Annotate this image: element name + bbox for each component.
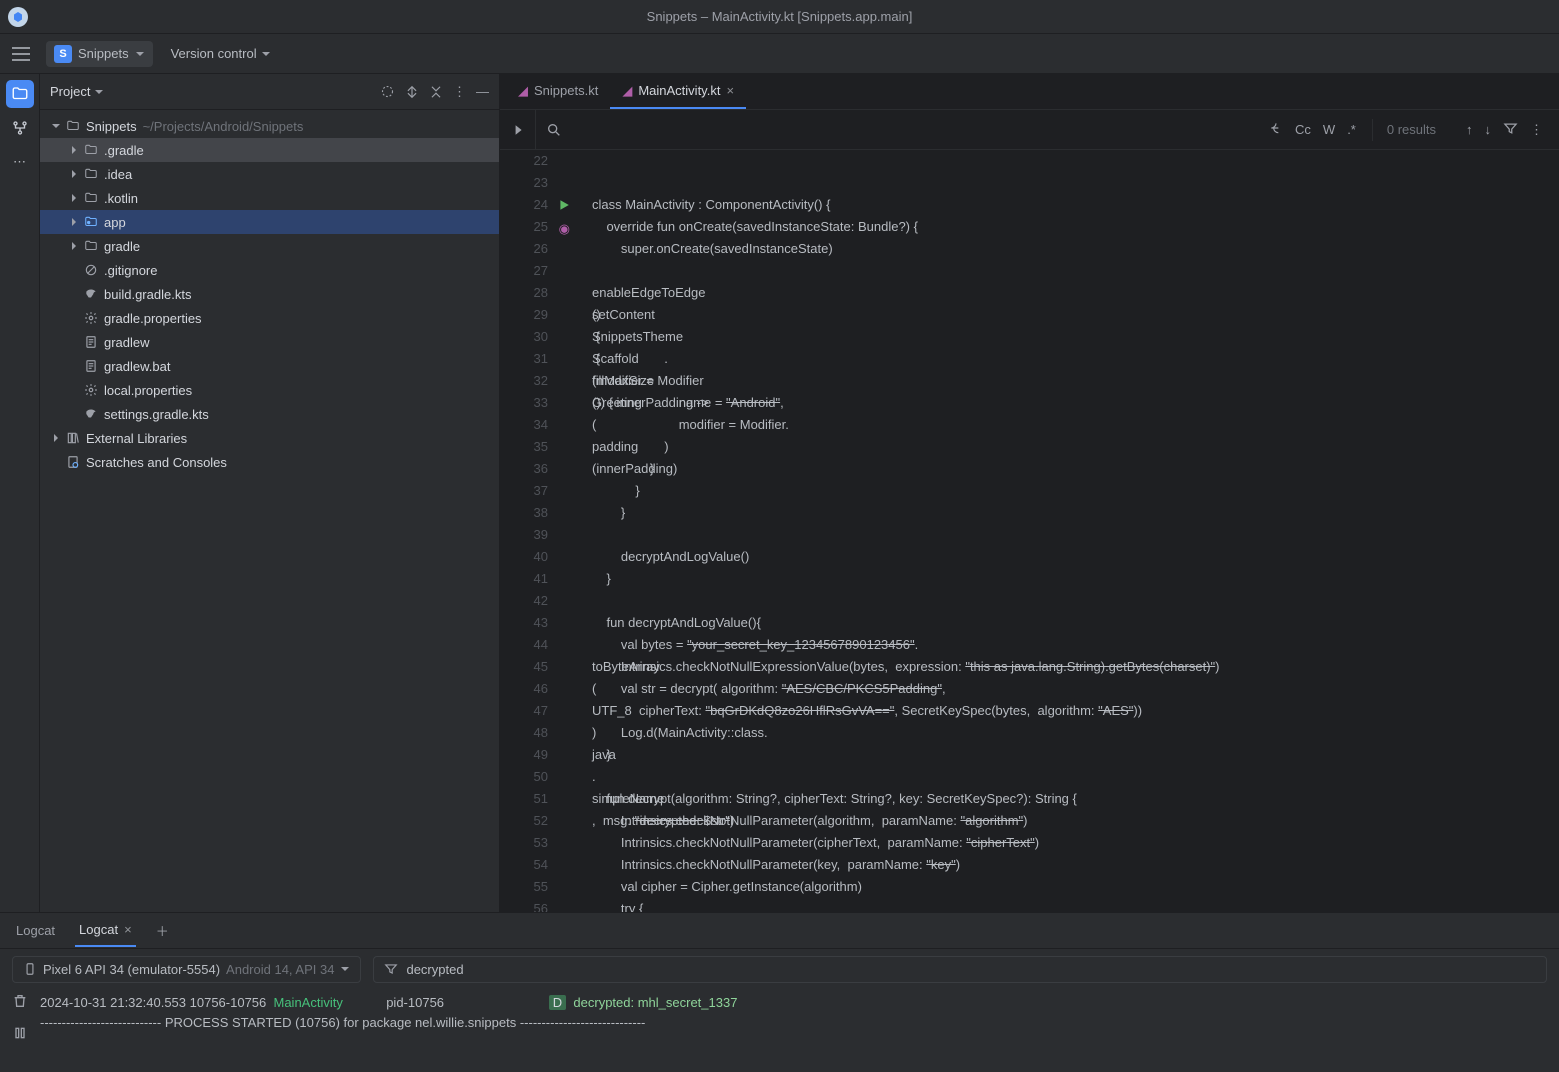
find-input[interactable] xyxy=(572,110,1253,149)
main-menu-button[interactable] xyxy=(8,41,34,67)
close-icon[interactable]: × xyxy=(726,83,734,98)
device-icon xyxy=(23,962,37,976)
panel-view-selector[interactable]: Project xyxy=(50,84,104,99)
structure-tool-button[interactable] xyxy=(6,114,34,142)
chevron-down-icon xyxy=(340,964,350,974)
chevron-down-icon xyxy=(94,87,104,97)
find-results: 0 results xyxy=(1373,122,1450,137)
logcat-panel: Logcat Logcat× ＋ Pixel 6 API 34 (emulato… xyxy=(0,912,1559,1072)
tree-row[interactable]: .gitignore xyxy=(40,258,499,282)
close-icon[interactable]: × xyxy=(124,922,132,937)
run-chevron-button[interactable] xyxy=(500,110,536,149)
project-panel: Project ⋮ — Snippets~/Projects/Android/S… xyxy=(40,74,500,912)
tree-row[interactable]: gradlew.bat xyxy=(40,354,499,378)
window-title: Snippets – MainActivity.kt [Snippets.app… xyxy=(647,9,913,24)
prev-match-icon[interactable]: ↑ xyxy=(1466,122,1473,137)
kotlin-icon: ◢ xyxy=(518,83,528,99)
project-tool-button[interactable] xyxy=(6,80,34,108)
tree-row[interactable]: local.properties xyxy=(40,378,499,402)
project-tree[interactable]: Snippets~/Projects/Android/Snippets.grad… xyxy=(40,110,499,478)
filter-icon xyxy=(384,962,398,976)
logcat-tool-tab[interactable]: Logcat xyxy=(12,915,59,946)
filter-icon[interactable] xyxy=(1503,121,1518,139)
editor-tab[interactable]: ◢MainActivity.kt× xyxy=(610,74,746,109)
vcs-label: Version control xyxy=(171,46,257,61)
new-tab-button[interactable]: ＋ xyxy=(152,913,173,948)
tree-row[interactable]: build.gradle.kts xyxy=(40,282,499,306)
whole-word-toggle[interactable]: W xyxy=(1323,122,1335,137)
tree-row[interactable]: .gradle xyxy=(40,138,499,162)
prev-occurrence-icon[interactable] xyxy=(1269,121,1283,138)
device-selector[interactable]: Pixel 6 API 34 (emulator-5554) Android 1… xyxy=(12,956,361,983)
hide-panel-icon[interactable]: — xyxy=(476,84,489,99)
match-case-toggle[interactable]: Cc xyxy=(1295,122,1311,137)
logcat-filter[interactable]: decrypted xyxy=(373,956,1547,983)
tree-row[interactable]: app xyxy=(40,210,499,234)
logcat-content-tab[interactable]: Logcat× xyxy=(75,914,136,947)
panel-options-icon[interactable]: ⋮ xyxy=(453,84,466,100)
tree-row[interactable]: Scratches and Consoles xyxy=(40,450,499,474)
project-selector[interactable]: S Snippets xyxy=(46,41,153,67)
project-name: Snippets xyxy=(78,46,129,61)
titlebar: Snippets – MainActivity.kt [Snippets.app… xyxy=(0,0,1559,34)
code-view[interactable]: 22232425◉2627282930313233343536373839404… xyxy=(500,150,1559,912)
regex-toggle[interactable]: .* xyxy=(1347,122,1356,137)
kotlin-icon: ◢ xyxy=(622,83,632,99)
pause-log-icon[interactable] xyxy=(12,1025,40,1047)
tool-strip: ⋯ xyxy=(0,74,40,912)
tree-row[interactable]: .kotlin xyxy=(40,186,499,210)
tree-row[interactable]: settings.gradle.kts xyxy=(40,402,499,426)
find-bar: Cc W .* 0 results ↑ ↓ ⋮ xyxy=(500,110,1559,150)
project-badge: S xyxy=(54,45,72,63)
editor: ◢Snippets.kt◢MainActivity.kt× Cc W .* 0 … xyxy=(500,74,1559,912)
editor-tabs: ◢Snippets.kt◢MainActivity.kt× xyxy=(500,74,1559,110)
log-output[interactable]: 2024-10-31 21:32:40.553 10756-10756 Main… xyxy=(40,993,1547,1068)
tree-row[interactable]: External Libraries xyxy=(40,426,499,450)
tree-row[interactable]: gradle.properties xyxy=(40,306,499,330)
expand-all-icon[interactable] xyxy=(405,85,419,99)
more-tools-button[interactable]: ⋯ xyxy=(13,154,26,170)
select-opened-icon[interactable] xyxy=(380,84,395,99)
clear-log-icon[interactable] xyxy=(12,993,40,1015)
chevron-down-icon xyxy=(261,49,271,59)
tree-row[interactable]: Snippets~/Projects/Android/Snippets xyxy=(40,114,499,138)
tree-row[interactable]: gradle xyxy=(40,234,499,258)
find-more-icon[interactable]: ⋮ xyxy=(1530,122,1543,138)
vcs-selector[interactable]: Version control xyxy=(165,42,277,65)
tree-row[interactable]: .idea xyxy=(40,162,499,186)
collapse-all-icon[interactable] xyxy=(429,85,443,99)
app-logo-icon xyxy=(8,7,28,27)
chevron-down-icon xyxy=(135,49,145,59)
navbar: S Snippets Version control xyxy=(0,34,1559,74)
next-match-icon[interactable]: ↓ xyxy=(1485,122,1492,137)
search-icon xyxy=(536,122,572,138)
tree-row[interactable]: gradlew xyxy=(40,330,499,354)
editor-tab[interactable]: ◢Snippets.kt xyxy=(506,74,610,109)
